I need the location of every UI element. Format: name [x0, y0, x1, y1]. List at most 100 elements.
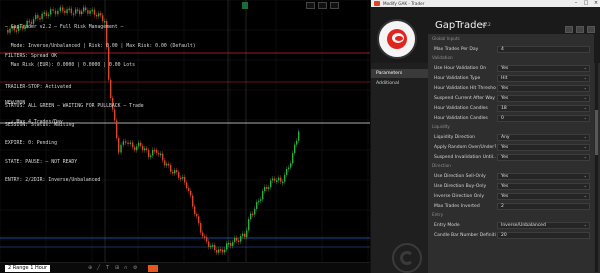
price-flag	[242, 2, 248, 9]
candle-body	[188, 187, 190, 191]
candle-body	[276, 180, 278, 182]
candle-body	[178, 172, 180, 178]
window-maximize-icon[interactable]: □	[581, 0, 591, 7]
parameter-label: Hour Validation Candles	[434, 116, 488, 121]
timeframe-label[interactable]: 2 Range 1 Hour	[5, 265, 51, 272]
scrollbar-thumb[interactable]	[595, 110, 598, 155]
nav-item-additional[interactable]: Additional	[371, 79, 428, 88]
candle-body	[184, 177, 186, 183]
chart-ctrl-maximize[interactable]	[318, 2, 327, 9]
parameter-row: Use Hour Validation On Yes	[432, 64, 590, 73]
chart-ctrl-close[interactable]	[330, 2, 339, 9]
parameter-label: Max Trades Inverted	[434, 204, 480, 209]
chart-ctrl-minimize[interactable]	[306, 2, 315, 9]
candle-body	[62, 7, 64, 11]
window-titlebar[interactable]: Modify GAK - Trader – □ ×	[371, 0, 600, 7]
candle-body	[190, 190, 192, 196]
candle-body	[210, 245, 212, 248]
candle-body	[196, 214, 198, 217]
settings-gear-icon[interactable]: ⚙	[133, 266, 139, 271]
chart-toolbar: 2 Range 1 Hour ⊕ ╱ T ⊞ ∩ ⚙	[0, 262, 370, 273]
candle-body	[254, 208, 256, 215]
chart-controls	[306, 2, 339, 9]
parameter-row: Max Trades Per Day 4	[432, 45, 590, 54]
candle-body	[260, 199, 262, 201]
candle-body	[234, 238, 236, 243]
parameter-dropdown[interactable]: 0	[497, 115, 590, 122]
parameter-row: Use Direction Sell-Only Yes	[432, 172, 590, 181]
app-name: GapTrader	[435, 20, 487, 31]
candle-body	[77, 9, 79, 11]
candle-body	[274, 178, 276, 181]
parameter-dropdown[interactable]: Yes	[497, 95, 590, 102]
candle-body	[186, 182, 188, 188]
candle-body	[224, 249, 226, 253]
candle-body	[242, 233, 244, 237]
candle-body	[284, 174, 286, 182]
parameter-label: Use Hour Validation On	[434, 66, 487, 71]
price-chart[interactable]: — GapTrader v2.2 — Full Risk Management …	[0, 0, 370, 273]
candle-body	[52, 9, 54, 11]
candle-body	[156, 150, 158, 153]
candle-body	[212, 245, 214, 247]
candle-body	[162, 153, 164, 161]
measure-icon[interactable]: ⊞	[115, 266, 121, 271]
candle-body	[164, 160, 166, 166]
app-icon	[374, 1, 380, 6]
draw-line-icon[interactable]: ╱	[97, 266, 103, 271]
parameter-dropdown[interactable]: Yes	[497, 183, 590, 190]
candle-body	[240, 236, 242, 242]
candle-body	[232, 242, 234, 246]
header-reset-button[interactable]	[587, 26, 595, 33]
grid-scrollbar[interactable]	[595, 40, 598, 272]
parameter-row: Hour Validation Candles 18	[432, 104, 590, 113]
parameter-dropdown[interactable]: Any	[497, 134, 590, 141]
parameter-dropdown[interactable]: Yes	[497, 85, 590, 92]
parameter-label: Suspend Invalidation Until...	[434, 155, 496, 160]
parameter-dropdown[interactable]: Yes	[497, 173, 590, 180]
parameter-dropdown[interactable]: Inverse/Unbalanced	[497, 222, 590, 229]
parameter-dropdown[interactable]: Yes	[497, 144, 590, 151]
candle-body	[262, 191, 264, 200]
crosshair-icon[interactable]: ⊕	[88, 266, 94, 271]
header-load-button[interactable]	[576, 26, 584, 33]
candle-body	[218, 249, 220, 253]
logo-mark-core	[395, 36, 403, 41]
parameter-label: Apply Random Over/Under?	[434, 145, 496, 150]
candle-body	[294, 144, 296, 154]
candle-body	[278, 177, 280, 181]
record-button[interactable]	[148, 265, 158, 272]
candle-body	[272, 178, 274, 181]
candle-body	[68, 8, 70, 11]
candle-body	[238, 240, 240, 243]
parameter-input[interactable]: 4	[497, 46, 590, 53]
parameter-row: Candle Bar Number Definition 20	[432, 231, 590, 240]
nav-item-parameters[interactable]: Parameters	[371, 69, 428, 78]
window-minimize-icon[interactable]: –	[571, 0, 581, 7]
parameter-row: Suspend Current After Way Yes	[432, 94, 590, 103]
parameter-dropdown[interactable]: Yes	[497, 65, 590, 72]
parameter-dropdown[interactable]: 18	[497, 105, 590, 112]
header-save-button[interactable]	[565, 26, 573, 33]
candle-body	[59, 7, 61, 11]
hud-line: STATE: PAUSE: — NOT READY	[5, 159, 78, 165]
parameter-input[interactable]: 20	[497, 232, 590, 239]
parameter-row: Suspend Invalidation Until... Yes	[432, 153, 590, 162]
candle-body	[286, 169, 288, 175]
parameter-label: Hour Validation Type	[434, 76, 481, 81]
candle-body	[152, 149, 154, 156]
text-tool-icon[interactable]: T	[106, 266, 112, 271]
parameter-input[interactable]: 2	[497, 203, 590, 210]
candle-body	[250, 213, 252, 220]
parameter-label: Suspend Current After Way	[434, 96, 495, 101]
parameter-dropdown[interactable]: Yes	[497, 154, 590, 161]
window-close-icon[interactable]: ×	[591, 0, 600, 7]
hud-line: ✓ Max 4 Trades/Day	[5, 120, 63, 126]
magnet-icon[interactable]: ∩	[124, 266, 130, 271]
app-version: v2.2	[482, 22, 491, 27]
candle-body	[200, 223, 202, 233]
window-title: Modify GAK - Trader	[383, 1, 425, 6]
parameter-dropdown[interactable]: Hit	[497, 75, 590, 82]
parameter-dropdown[interactable]: Yes	[497, 193, 590, 200]
candle-body	[214, 245, 216, 251]
